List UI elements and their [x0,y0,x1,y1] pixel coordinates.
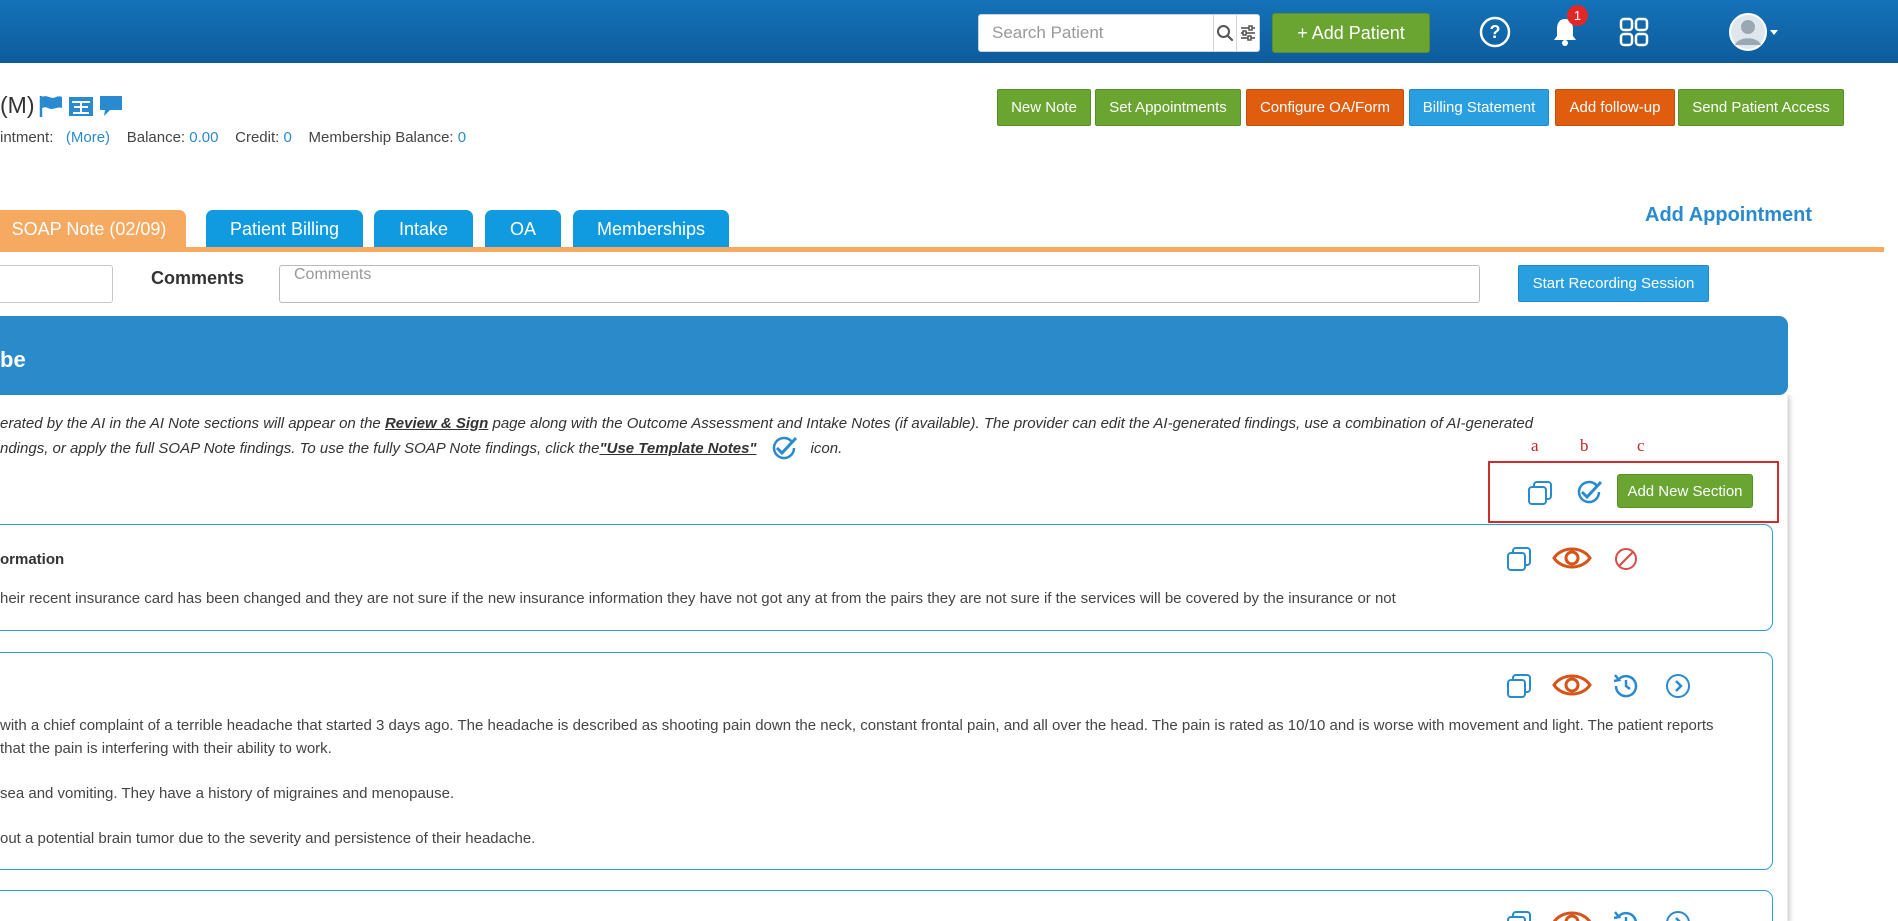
search-button[interactable] [1213,15,1236,51]
billing-statement-button[interactable]: Billing Statement [1409,89,1549,126]
use-template-notes-button[interactable] [1573,476,1605,508]
flag-icon[interactable] [38,94,64,118]
configure-oa-form-button[interactable]: Configure OA/Form [1246,89,1404,126]
avatar-icon [1729,13,1767,51]
set-appointments-button[interactable]: Set Appointments [1095,89,1241,126]
tab-patient-billing[interactable]: Patient Billing [206,210,363,248]
instructions-line-2: ndings, or apply the full SOAP Note find… [0,435,1560,461]
card-text-line: with a chief complaint of a terrible hea… [0,717,1714,734]
grid-icon [1619,17,1649,47]
tab-underline [0,247,1884,252]
comments-input[interactable] [279,265,1480,303]
more-link[interactable]: (More) [66,129,110,146]
help-icon: ? [1479,16,1511,48]
balance-value: 0.00 [189,129,219,146]
card-copy-button[interactable] [1504,908,1534,921]
credit-label: Credit: [235,129,280,146]
card-history-button[interactable] [1610,670,1642,702]
panel-shadow [1787,395,1793,921]
card-next-button[interactable] [1664,672,1692,700]
balance-label: Balance: [126,129,186,146]
send-patient-access-button[interactable]: Send Patient Access [1678,89,1844,126]
message-icon[interactable] [98,94,124,118]
ban-icon [1615,548,1637,570]
card-text: heir recent insurance card has been chan… [0,590,1396,607]
card-view-button[interactable] [1552,906,1592,921]
chevron-right-icon [1666,911,1690,921]
credit-value: 0 [283,129,292,146]
label-c: c [1637,436,1645,455]
copy-icon [1507,674,1531,698]
chevron-right-icon [1666,674,1690,698]
eye-icon [1552,674,1592,696]
section-title: be [0,347,26,372]
patient-name-text: (M) [0,92,35,118]
tab-oa[interactable]: OA [485,210,561,248]
membership-balance-value: 0 [457,129,467,146]
add-appointment-link[interactable]: Add Appointment [1645,204,1812,227]
search-icon [1217,25,1234,42]
patient-name: (M) [0,92,124,119]
caret-down-icon [1770,30,1778,35]
ai-note-instructions: erated by the AI in the AI Note sections… [0,412,1560,461]
review-sign-link[interactable]: Review & Sign [385,415,488,432]
check-circle-icon [1577,480,1603,504]
appointment-label: intment: [0,129,54,146]
card-history-button[interactable] [1610,907,1642,921]
eye-icon [1552,547,1592,569]
search-patient-input[interactable] [979,15,1213,51]
add-followup-button[interactable]: Add follow-up [1555,89,1675,126]
history-icon [1613,911,1637,921]
card-view-button[interactable] [1552,542,1592,574]
card-view-button[interactable] [1552,669,1592,701]
svg-text:?: ? [1490,22,1501,42]
help-button[interactable]: ? [1477,14,1513,50]
history-icon [1613,674,1638,698]
search-patient-box [978,14,1260,52]
sliders-icon [1241,25,1255,41]
eye-icon [1552,911,1592,921]
use-template-check-icon [772,436,797,460]
card-text-line: that the pain is interfering with their … [0,740,332,757]
start-recording-session-button[interactable]: Start Recording Session [1518,265,1709,302]
apps-grid-button[interactable] [1616,14,1652,50]
instructions-line-1: erated by the AI in the AI Note sections… [0,415,1534,432]
add-new-section-button[interactable]: Add New Section [1617,474,1753,508]
card-copy-button[interactable] [1504,544,1534,574]
add-patient-button[interactable]: + Add Patient [1272,13,1430,53]
copy-icon [1528,481,1552,505]
tab-soap-note[interactable]: SOAP Note (02/09) [0,210,186,248]
copy-icon [1507,547,1531,571]
copy-icon [1507,911,1531,921]
patient-meta: intment: (More) Balance: 0.00 Credit: 0 … [0,129,466,146]
tab-intake[interactable]: Intake [374,210,473,248]
card-next-button[interactable] [1664,909,1692,921]
card-title: ormation [0,551,65,568]
top-navbar [0,0,1898,63]
card-copy-button[interactable] [1504,671,1534,701]
membership-balance-label: Membership Balance: [308,129,454,146]
tab-memberships[interactable]: Memberships [573,210,729,248]
new-note-button[interactable]: New Note [997,89,1091,126]
user-menu[interactable] [1725,11,1783,53]
insurance-icon[interactable] [68,94,94,118]
label-a: a [1531,436,1539,455]
use-template-notes-text: "Use Template Notes" [599,439,757,457]
section-banner [0,316,1788,395]
notification-count-badge: 1 [1567,5,1588,26]
card-disable-button[interactable] [1612,545,1640,573]
date-input[interactable] [0,265,113,303]
note-card [0,524,1773,631]
comments-label: Comments [151,268,245,288]
search-filter-button[interactable] [1236,15,1259,51]
label-b: b [1580,436,1589,455]
copy-all-button[interactable] [1525,478,1555,508]
card-text-line: out a potential brain tumor due to the s… [0,830,536,847]
card-text-line: sea and vomiting. They have a history of… [0,785,455,802]
